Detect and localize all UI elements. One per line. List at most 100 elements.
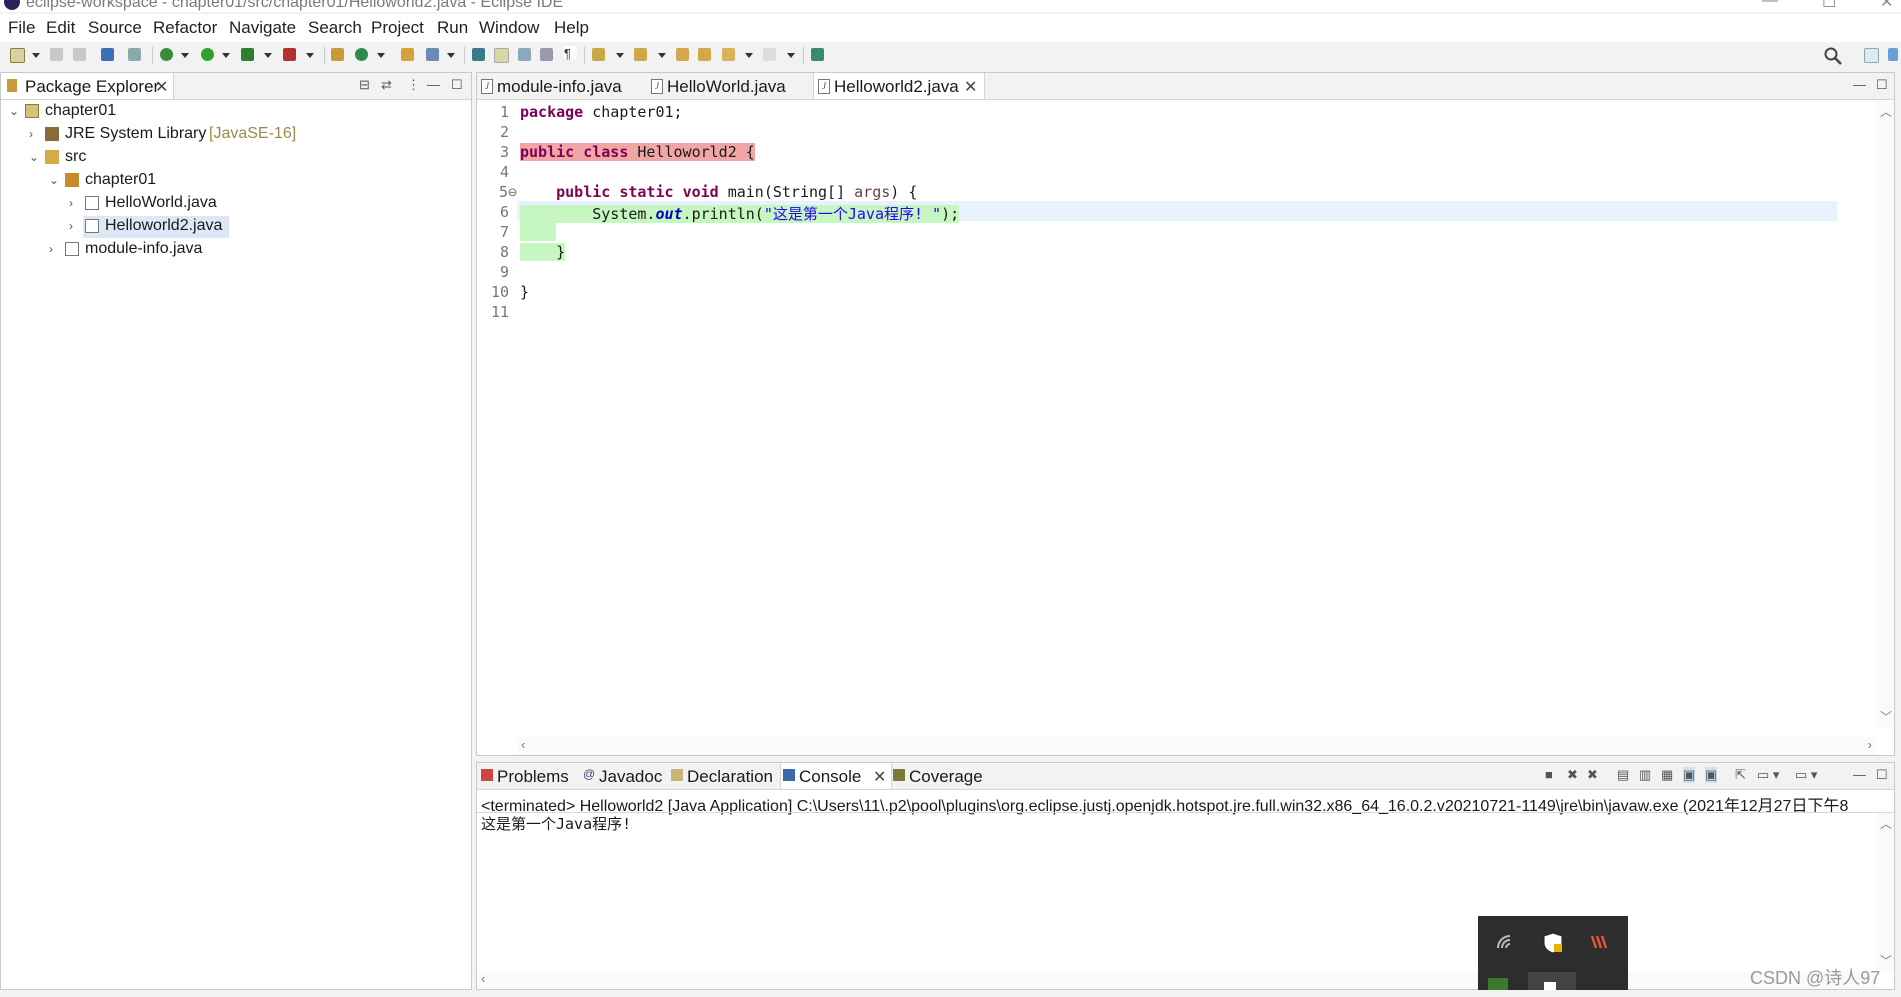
debug-icon[interactable] [160, 48, 173, 61]
menu-run[interactable]: Run [437, 18, 468, 38]
view-menu-icon[interactable]: ⋮ [407, 77, 420, 93]
java-perspective-icon[interactable] [1888, 48, 1898, 61]
clear-console-icon[interactable]: ▤ [1617, 767, 1629, 783]
scroll-left-icon[interactable]: ‹ [481, 971, 485, 986]
editor-horizontal-scrollbar[interactable]: ‹ › [517, 737, 1876, 755]
close-tab-icon[interactable]: ✕ [155, 77, 168, 97]
mark-occurrences-icon[interactable] [494, 48, 509, 63]
new-class-dropdown-icon[interactable] [377, 53, 385, 58]
search-tool-icon[interactable] [426, 48, 439, 61]
code-line[interactable]: } [520, 283, 529, 303]
show-whitespace-icon[interactable] [540, 48, 553, 61]
tab-console[interactable]: Console ✕ [780, 763, 892, 789]
scroll-left-icon[interactable]: ‹ [521, 737, 525, 752]
open-console-icon[interactable]: ▭ ▾ [1795, 767, 1817, 783]
code-line[interactable] [520, 223, 556, 243]
close-tab-icon[interactable]: ✕ [964, 77, 977, 97]
run-dropdown-icon[interactable] [222, 53, 230, 58]
tab-module-info[interactable]: J module-info.java [477, 73, 645, 99]
expanded-chevron-icon[interactable]: ⌄ [29, 150, 39, 164]
new-java-class-icon[interactable] [355, 48, 368, 61]
menu-window[interactable]: Window [479, 18, 539, 38]
tab-javadoc[interactable]: @ Javadoc [581, 763, 667, 789]
search-dropdown-icon[interactable] [447, 53, 455, 58]
menu-search[interactable]: Search [308, 18, 362, 38]
terminate-icon[interactable]: ■ [1545, 767, 1553, 782]
previous-annotation-dropdown-icon[interactable] [658, 53, 666, 58]
pin-console-icon[interactable]: ⇱ [1735, 767, 1746, 783]
scroll-down-icon[interactable]: ﹀ [1880, 708, 1892, 725]
tab-declaration[interactable]: Declaration [669, 763, 779, 789]
forward-edit-location-icon[interactable] [698, 48, 711, 61]
console-output[interactable]: 这是第一个Java程序! [481, 813, 631, 834]
save-all-icon[interactable] [73, 48, 86, 61]
scroll-down-icon[interactable]: ﹀ [1880, 952, 1892, 969]
debug-dropdown-icon[interactable] [181, 53, 189, 58]
app-tray-icon[interactable] [1590, 934, 1610, 950]
scroll-up-icon[interactable]: ︿ [1880, 815, 1892, 832]
console-horizontal-scrollbar[interactable]: ‹ [477, 971, 1876, 989]
collapsed-chevron-icon[interactable]: › [49, 242, 53, 256]
tree-item-helloworld[interactable]: › HelloWorld.java [1, 193, 471, 215]
code-line[interactable]: package chapter01; [520, 103, 683, 123]
menu-file[interactable]: File [8, 18, 35, 38]
tree-item-src[interactable]: ⌄ src [1, 147, 471, 169]
menu-navigate[interactable]: Navigate [229, 18, 296, 38]
forward-icon[interactable] [763, 48, 776, 61]
display-console-icon[interactable]: ▭ ▾ [1757, 767, 1779, 783]
console-vertical-scrollbar[interactable]: ︿ ﹀ [1876, 813, 1894, 971]
tree-item-helloworld2[interactable]: › Helloworld2.java [1, 216, 471, 238]
collapse-all-icon[interactable]: ⊟ [359, 77, 370, 93]
tree-item-package[interactable]: ⌄ chapter01 [1, 170, 471, 192]
previous-annotation-icon[interactable] [634, 48, 647, 61]
editor-vertical-scrollbar[interactable]: ︿ ﹀ [1876, 101, 1894, 727]
next-annotation-icon[interactable] [592, 48, 605, 61]
coverage-dropdown-icon[interactable] [264, 53, 272, 58]
back-dropdown-icon[interactable] [745, 53, 753, 58]
minimize-view-icon[interactable]: — [427, 77, 440, 92]
menu-help[interactable]: Help [554, 18, 589, 38]
tab-coverage[interactable]: Coverage [891, 763, 1001, 789]
scroll-right-icon[interactable]: › [1868, 737, 1872, 752]
line-number[interactable]: 5⊖ [479, 183, 517, 201]
menu-edit[interactable]: Edit [46, 18, 75, 38]
collapsed-chevron-icon[interactable]: › [29, 127, 33, 141]
wifi-icon[interactable] [1496, 934, 1516, 950]
tab-problems[interactable]: Problems [479, 763, 579, 789]
pilcrow-icon[interactable]: ¶ [564, 46, 577, 61]
toggle-annotation-icon[interactable] [472, 48, 485, 61]
close-tab-icon[interactable]: ✕ [873, 767, 886, 787]
search-icon[interactable] [1823, 46, 1843, 66]
scroll-up-icon[interactable]: ︿ [1880, 103, 1892, 120]
expanded-chevron-icon[interactable]: ⌄ [9, 104, 19, 118]
minimize-editor-icon[interactable]: — [1853, 77, 1866, 92]
tab-package-explorer[interactable]: Package Explorer ✕ [1, 73, 174, 99]
tree-item-jre-library[interactable]: › JRE System Library [JavaSE-16] [1, 124, 471, 146]
collapsed-chevron-icon[interactable]: › [69, 219, 73, 233]
close-window-button[interactable]: ✕ [1880, 0, 1893, 12]
external-tools-icon[interactable] [283, 48, 296, 61]
word-wrap-icon[interactable]: ▦ [1661, 767, 1673, 783]
menu-project[interactable]: Project [371, 18, 424, 38]
scroll-lock-icon[interactable]: ▥ [1639, 767, 1651, 783]
expanded-chevron-icon[interactable]: ⌄ [49, 173, 59, 187]
code-line[interactable]: } [520, 243, 566, 263]
remove-launch-icon[interactable]: ✖ [1567, 767, 1578, 783]
last-edit-location-icon[interactable] [676, 48, 689, 61]
collapsed-chevron-icon[interactable]: › [69, 196, 73, 210]
tree-item-module-info[interactable]: › module-info.java [1, 239, 471, 261]
pin-editor-icon[interactable] [811, 48, 824, 61]
security-shield-icon[interactable] [1542, 932, 1564, 954]
maximize-button[interactable]: ☐ [1822, 0, 1836, 12]
coverage-run-icon[interactable] [241, 48, 254, 61]
maximize-editor-icon[interactable]: ☐ [1876, 77, 1888, 93]
show-on-stdout-icon[interactable]: ▣ [1683, 767, 1696, 783]
remove-all-terminated-icon[interactable]: ✖ [1587, 767, 1598, 783]
minimize-button[interactable]: — [1762, 0, 1778, 10]
code-line[interactable]: public class Helloworld2 { [520, 143, 755, 163]
link-with-editor-icon[interactable]: ⇄ [381, 77, 392, 93]
toggle-block-selection-icon[interactable] [518, 48, 531, 61]
save-icon[interactable] [50, 48, 63, 61]
open-type-icon[interactable] [401, 48, 414, 61]
new-icon[interactable] [10, 48, 25, 63]
